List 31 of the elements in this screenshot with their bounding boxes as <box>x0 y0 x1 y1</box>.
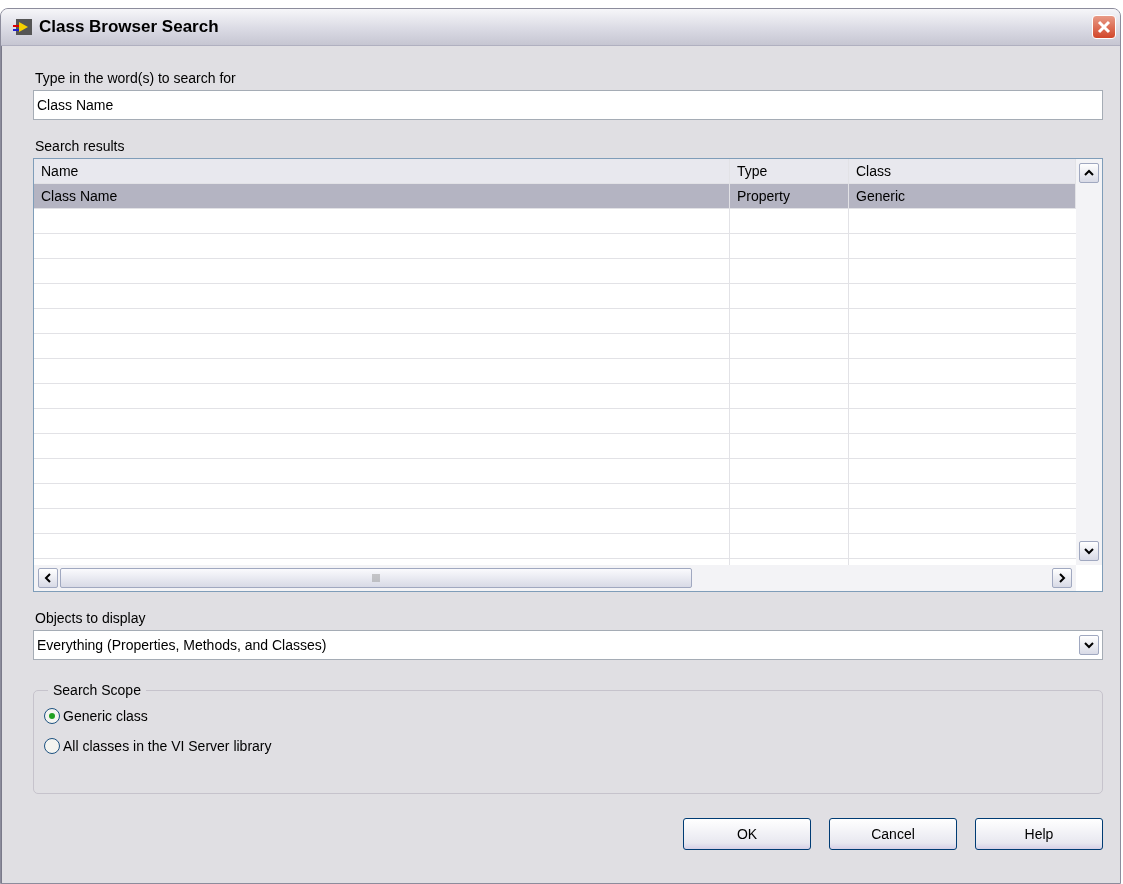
app-icon <box>13 18 33 36</box>
window-title: Class Browser Search <box>39 17 220 37</box>
close-button[interactable] <box>1092 15 1116 39</box>
scroll-right-button[interactable] <box>1052 568 1072 588</box>
objects-label: Objects to display <box>35 610 147 626</box>
caret-icon <box>1058 573 1066 583</box>
radio-option[interactable]: Generic class <box>44 708 1092 724</box>
dropdown-caret-icon <box>1084 641 1094 649</box>
grip-icon <box>371 574 381 582</box>
dialog-button[interactable]: OK <box>683 818 811 850</box>
caret-icon <box>1084 169 1094 177</box>
table-cell: Generic <box>849 184 1076 209</box>
caret-icon <box>44 573 52 583</box>
column-header[interactable]: Name <box>34 159 730 184</box>
dialog-button[interactable]: Help <box>975 818 1103 850</box>
objects-dropdown[interactable]: Everything (Properties, Methods, and Classes) <box>33 630 1103 660</box>
scroll-down-button[interactable] <box>1079 541 1099 561</box>
scroll-up-button[interactable] <box>1079 163 1099 183</box>
table-cell: Class Name <box>34 184 730 209</box>
caret-icon <box>1084 547 1094 555</box>
column-header[interactable]: Type <box>730 159 849 184</box>
results-label: Search results <box>35 138 126 154</box>
close-icon <box>1097 20 1111 34</box>
radio-option[interactable]: All classes in the VI Server library <box>44 738 1092 754</box>
scroll-left-button[interactable] <box>38 568 58 588</box>
search-label: Type in the word(s) to search for <box>35 70 237 86</box>
search-field[interactable]: Class Name <box>33 90 1103 120</box>
column-header[interactable]: Class <box>849 159 1076 184</box>
table-cell: Property <box>730 184 849 209</box>
group-title: Search Scope <box>52 682 142 698</box>
dialog-button[interactable]: Cancel <box>829 818 957 850</box>
